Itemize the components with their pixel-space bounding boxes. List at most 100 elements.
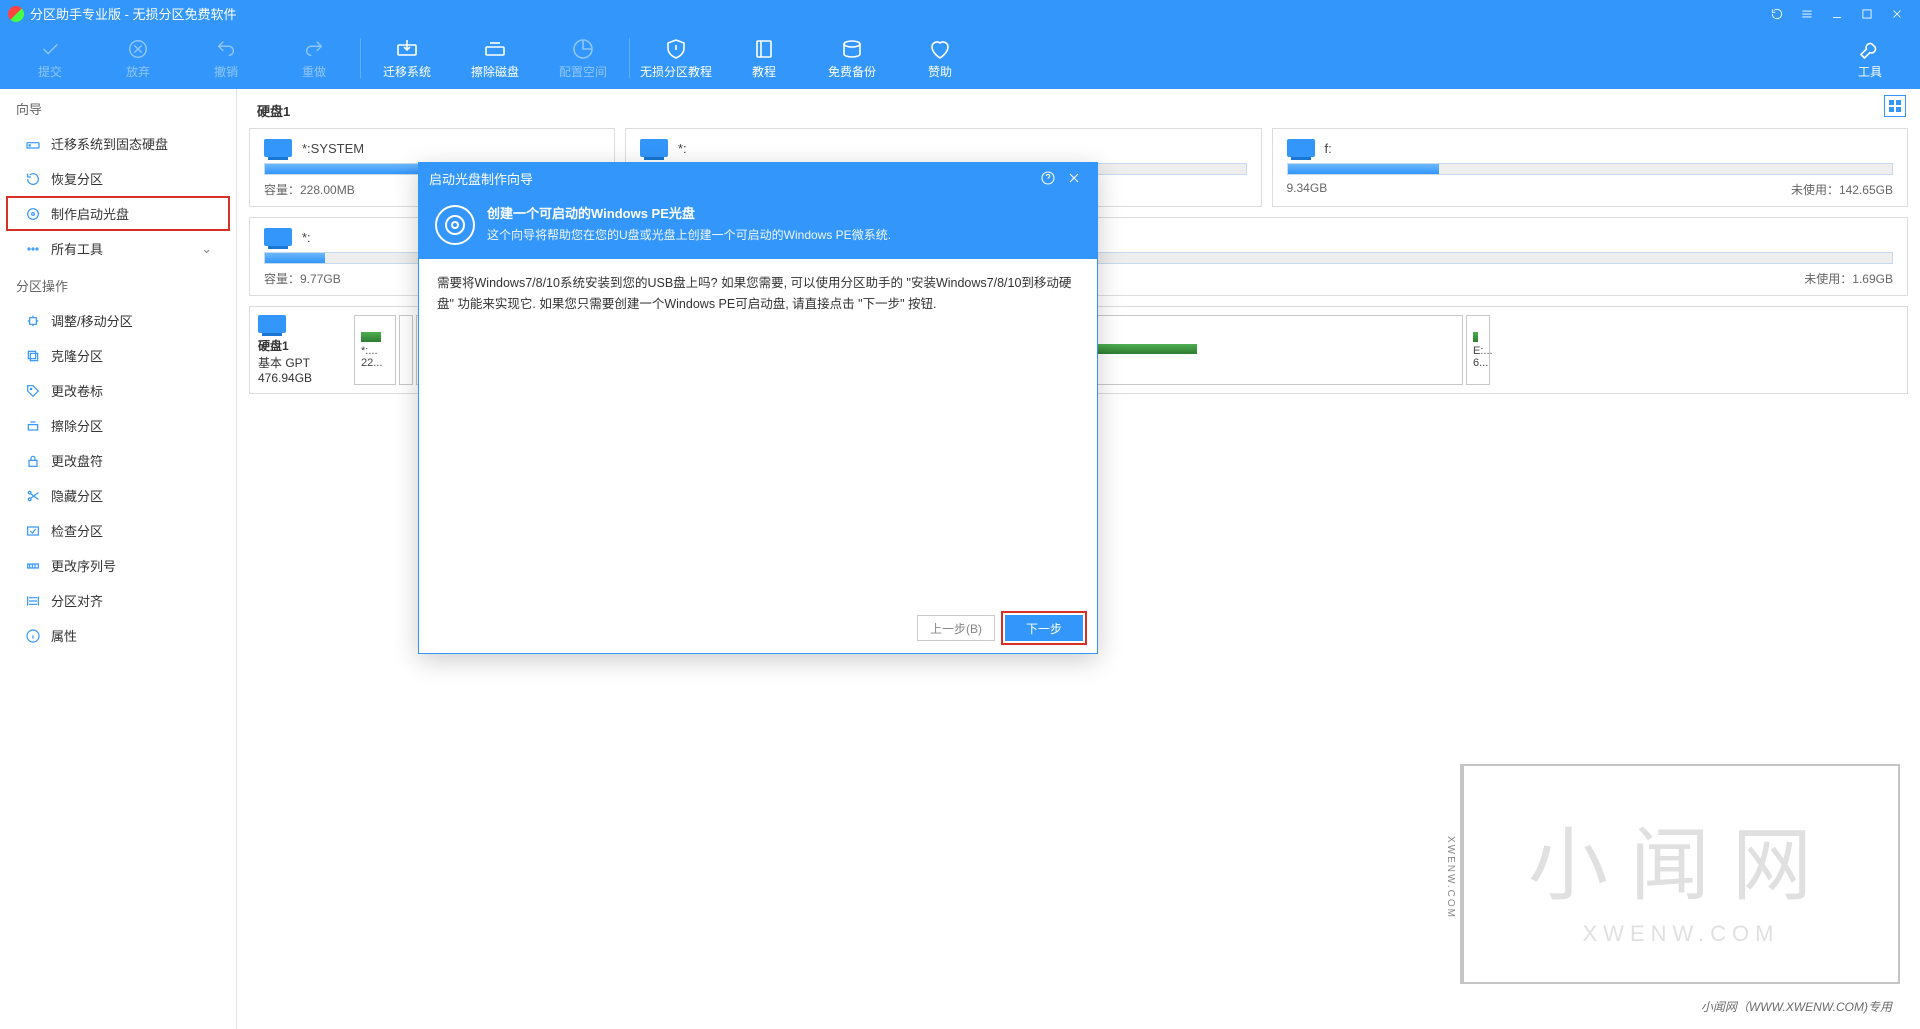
partition-name: *:SYSTEM (302, 141, 364, 156)
menu-icon[interactable] (1792, 0, 1822, 27)
sidebar-item[interactable]: 迁移系统到固态硬盘 (6, 126, 230, 161)
erase-icon (483, 37, 507, 61)
dialog-banner-subtitle: 这个向导将帮助您在您的U盘或光盘上创建一个可启动的Windows PE微系统. (487, 226, 891, 243)
drive-arrow-icon (395, 37, 419, 61)
shield-icon (664, 37, 688, 61)
copy-icon (24, 347, 42, 365)
backup-button[interactable]: 免费备份 (808, 29, 896, 87)
sidebar-item-label: 分区对齐 (51, 591, 103, 610)
dialog-banner-title: 创建一个可启动的Windows PE光盘 (487, 203, 891, 222)
undo-button[interactable]: 撤销 (182, 29, 270, 87)
drive-icon (24, 135, 42, 153)
partition-name: *: (302, 230, 311, 245)
commit-button[interactable]: 提交 (6, 29, 94, 87)
dots-icon (24, 240, 42, 258)
next-button[interactable]: 下一步 (1005, 615, 1083, 641)
sidebar-item-label: 调整/移动分区 (51, 311, 133, 330)
disk-summary[interactable]: 硬盘1 基本 GPT 476.94GB (258, 315, 350, 385)
sidebar-ops-header: 分区操作 (0, 266, 236, 303)
tutorial-button[interactable]: 无损分区教程 (632, 29, 720, 87)
boot-disc-wizard-dialog: 启动光盘制作向导 创建一个可启动的Windows PE光盘 这个向导将帮助您在您… (418, 162, 1098, 654)
sidebar-item[interactable]: 恢复分区 (6, 161, 230, 196)
align-icon (24, 592, 42, 610)
wipe-disk-button[interactable]: 擦除磁盘 (451, 29, 539, 87)
drive-icon (264, 139, 292, 157)
close-button[interactable] (1882, 0, 1912, 27)
sidebar-item-label: 所有工具 (51, 239, 103, 258)
drive-icon (264, 228, 292, 246)
redo-button[interactable]: 重做 (270, 29, 358, 87)
sidebar-item[interactable]: 隐藏分区 (6, 478, 230, 513)
sidebar-item[interactable]: 检查分区 (6, 513, 230, 548)
serial-icon (24, 557, 42, 575)
redo-icon (302, 37, 326, 61)
partition-name: *: (678, 141, 687, 156)
partition-card[interactable]: f: 9.34GB 未使用：142.65GB (1272, 128, 1909, 207)
dialog-close-button[interactable] (1061, 165, 1087, 191)
dialog-help-button[interactable] (1035, 165, 1061, 191)
sidebar-item-label: 更改盘符 (51, 451, 103, 470)
discard-button[interactable]: 放弃 (94, 29, 182, 87)
pie-icon (571, 37, 595, 61)
sidebar-item-label: 制作启动光盘 (51, 204, 129, 223)
dialog-banner: 创建一个可启动的Windows PE光盘 这个向导将帮助您在您的U盘或光盘上创建… (419, 193, 1097, 259)
sidebar: 向导 迁移系统到固态硬盘恢复分区制作启动光盘所有工具 ⌄ 分区操作 调整/移动分区… (0, 89, 237, 1029)
sidebar-item[interactable]: 属性 (6, 618, 230, 653)
disk-block[interactable]: *:...22... (354, 315, 396, 385)
watermark-side: XWENW.COM (1445, 836, 1456, 919)
wrench-icon (1858, 37, 1882, 61)
sidebar-item-label: 属性 (51, 626, 77, 645)
refresh-icon[interactable] (1762, 0, 1792, 27)
app-logo-icon (8, 6, 24, 22)
disc-icon (24, 205, 42, 223)
disk-block[interactable] (399, 315, 413, 385)
sidebar-item[interactable]: 制作启动光盘 (6, 196, 230, 231)
rotate-icon (24, 170, 42, 188)
sidebar-item-label: 克隆分区 (51, 346, 103, 365)
maximize-button[interactable] (1852, 0, 1882, 27)
info-icon (24, 627, 42, 645)
sidebar-item[interactable]: 擦除分区 (6, 408, 230, 443)
sidebar-item[interactable]: 分区对齐 (6, 583, 230, 618)
check-icon (24, 522, 42, 540)
dialog-footer: 上一步(B) 下一步 (419, 603, 1097, 653)
unused-label: 未使用：1.69GB (1804, 270, 1893, 287)
donate-button[interactable]: 赞助 (896, 29, 984, 87)
disc-icon (435, 205, 475, 245)
view-toggle-button[interactable] (1884, 95, 1906, 117)
capacity-label: 9.34GB (1287, 181, 1328, 198)
config-space-button[interactable]: 配置空间 (539, 29, 627, 87)
disk-block[interactable] (1079, 315, 1463, 385)
sidebar-item[interactable]: 克隆分区 (6, 338, 230, 373)
sidebar-item[interactable]: 更改序列号 (6, 548, 230, 583)
unused-label: 未使用：142.65GB (1791, 181, 1893, 198)
usage-bar (1287, 163, 1894, 175)
chevron-down-icon: ⌄ (201, 241, 212, 257)
tools-button[interactable]: 工具 (1826, 29, 1914, 87)
drive-icon (258, 315, 286, 333)
sidebar-item[interactable]: 所有工具 ⌄ (6, 231, 230, 266)
sidebar-item[interactable]: 调整/移动分区 (6, 303, 230, 338)
dialog-body: 需要将Windows7/8/10系统安装到您的USB盘上吗? 如果您需要, 可以… (419, 259, 1097, 603)
sidebar-item-label: 检查分区 (51, 521, 103, 540)
lock-icon (24, 452, 42, 470)
migrate-system-button[interactable]: 迁移系统 (363, 29, 451, 87)
title-bar: 分区助手专业版 - 无损分区免费软件 (0, 0, 1920, 27)
main-toolbar: 提交 放弃 撤销 重做 迁移系统 擦除磁盘 配置空间 无损分区教程 教程 免费备… (0, 27, 1920, 89)
capacity-label: 容量：9.77GB (264, 270, 341, 287)
sidebar-item[interactable]: 更改盘符 (6, 443, 230, 478)
sidebar-item-label: 恢复分区 (51, 169, 103, 188)
minimize-button[interactable] (1822, 0, 1852, 27)
sidebar-item[interactable]: 更改卷标 (6, 373, 230, 408)
partition-name: f: (1325, 141, 1332, 156)
footer-note: 小闻网（WWW.XWENW.COM)专用 (1701, 998, 1892, 1015)
disk-block[interactable]: E:...6... (1466, 315, 1490, 385)
window-title: 分区助手专业版 - 无损分区免费软件 (30, 4, 237, 23)
cloud-sync-icon (840, 37, 864, 61)
guide-button[interactable]: 教程 (720, 29, 808, 87)
sidebar-wizards-header: 向导 (0, 89, 236, 126)
sidebar-item-label: 隐藏分区 (51, 486, 103, 505)
heart-icon (928, 37, 952, 61)
cancel-icon (126, 37, 150, 61)
sidebar-item-label: 擦除分区 (51, 416, 103, 435)
